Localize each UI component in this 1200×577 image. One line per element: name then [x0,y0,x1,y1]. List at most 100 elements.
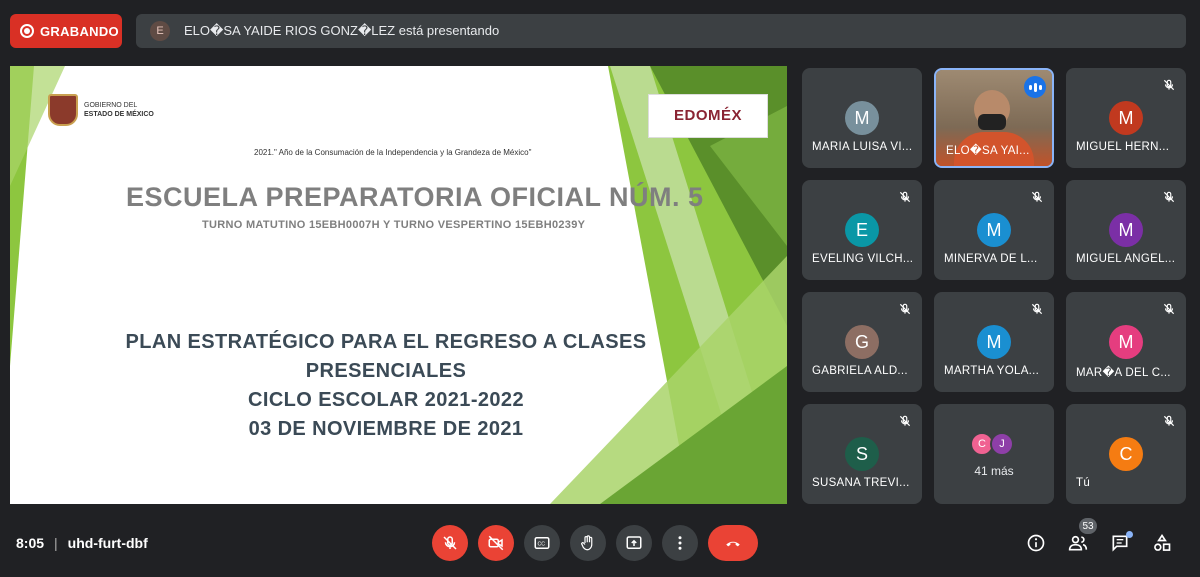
more-count: 41 más [974,464,1014,478]
participant-name: MARIA LUISA VI... [812,141,913,153]
mic-off-icon [1031,303,1043,315]
participant-tile[interactable]: M MINERVA DE L... [934,180,1054,280]
participant-avatar: M [845,101,879,135]
recording-indicator[interactable]: GRABANDO [10,14,122,48]
meeting-code: uhd-furt-dbf [67,535,148,551]
more-participants-tile[interactable]: C J 41 más [934,404,1054,504]
muted-indicator [1158,74,1180,96]
activities-icon [1154,533,1171,551]
muted-indicator [1026,298,1048,320]
mic-toggle-button[interactable] [432,525,468,561]
participant-avatar: M [977,325,1011,359]
participant-name: Tú [1076,477,1091,489]
participant-tile[interactable]: G GABRIELA ALD... [802,292,922,392]
participant-name: SUSANA TREVI... [812,477,910,489]
svg-text:CC: CC [538,541,546,547]
muted-indicator [1158,298,1180,320]
participant-tile[interactable]: E EVELING VILCH... [802,180,922,280]
recording-label: GRABANDO [40,23,119,39]
participant-name: GABRIELA ALD... [812,365,908,377]
chat-notification-dot [1126,531,1133,538]
mic-off-icon [1163,415,1175,427]
participant-avatar: M [1109,213,1143,247]
camera-toggle-button[interactable] [478,525,514,561]
bottom-bar: 8:05 | uhd-furt-dbf CC 53 [0,515,1200,577]
plan-line1: PLAN ESTRATÉGICO PARA EL REGRESO A CLASE… [125,331,647,382]
leave-call-button[interactable] [708,525,758,561]
slide-shifts: TURNO MATUTINO 15EBH0007H Y TURNO VESPER… [202,219,586,231]
plan-line2: CICLO ESCOLAR 2021-2022 [248,389,524,411]
captions-button[interactable]: CC [524,525,560,561]
presentation-slide: GOBIERNO DEL ESTADO DE MÉXICO EDOMÉX 202… [10,66,787,504]
record-icon [20,24,34,38]
participant-tile[interactable]: S SUSANA TREVI... [802,404,922,504]
people-icon [1068,535,1088,551]
hangup-icon [726,541,740,547]
captions-icon: CC [534,537,550,549]
more-vert-icon [678,536,682,550]
presenter-avatar: E [150,21,170,41]
muted-indicator [1158,186,1180,208]
edomex-logo: EDOMÉX [648,94,768,138]
participant-name: MINERVA DE L... [944,253,1038,265]
participant-tile[interactable]: M MARTHA YOLA... [934,292,1054,392]
participant-tile[interactable]: C Tú [1066,404,1186,504]
mic-off-icon [1163,191,1175,203]
edomex-logo-text: EDOMÉX [673,106,742,124]
participant-avatar: C [1109,437,1143,471]
participant-name: ELO�SA YAI... [946,145,1030,157]
mic-off-icon [1031,191,1043,203]
muted-indicator [1026,186,1048,208]
participant-avatar: G [845,325,879,359]
presenting-banner: E ELO�SA YAIDE RIOS GONZ�LEZ está presen… [136,14,1186,48]
coat-of-arms-icon [48,94,78,126]
activities-button[interactable] [1148,529,1176,557]
clock: 8:05 [16,535,45,551]
participant-tile-presenter[interactable]: ELO�SA YAI... [934,68,1054,168]
mic-off-icon [1163,303,1175,315]
info-icon [1027,534,1045,552]
top-bar: GRABANDO E ELO�SA YAIDE RIOS GONZ�LEZ es… [0,0,1200,62]
mic-off-icon [899,303,911,315]
muted-indicator [894,410,916,432]
plan-line3: 03 DE NOVIEMBRE DE 2021 [248,418,524,440]
mic-off-icon [899,415,911,427]
speaking-indicator-icon [1024,76,1046,98]
raise-hand-icon [581,535,593,551]
presenting-text: ELO�SA YAIDE RIOS GONZ�LEZ está presenta… [184,23,500,38]
participant-name: EVELING VILCH... [812,253,914,265]
slide-school-title: ESCUELA PREPARATORIA OFICIAL NÚM. 5 [126,182,704,212]
participant-tile[interactable]: M MAR�A DEL C... [1066,292,1186,392]
separator: | [54,535,58,551]
gov-line1: GOBIERNO DEL [84,102,138,109]
participant-avatar: S [845,437,879,471]
camera-off-icon [488,535,504,551]
meeting-info: 8:05 | uhd-furt-dbf [16,535,148,551]
participant-name: MIGUEL HERN... [1076,141,1170,153]
meeting-details-button[interactable] [1022,529,1050,557]
raise-hand-button[interactable] [570,525,606,561]
participant-tile[interactable]: M MIGUEL HERN... [1066,68,1186,168]
participant-avatar: E [845,213,879,247]
slide-plan-title: PLAN ESTRATÉGICO PARA EL REGRESO A CLASE… [50,328,722,444]
participant-avatar: M [1109,101,1143,135]
muted-indicator [894,186,916,208]
participant-avatar: M [977,213,1011,247]
participant-tile[interactable]: M MARIA LUISA VI... [802,68,922,168]
mic-off-icon [1163,79,1175,91]
mic-off-icon [443,536,457,550]
gobierno-logo: GOBIERNO DEL ESTADO DE MÉXICO [48,94,154,126]
muted-indicator [1158,410,1180,432]
more-options-button[interactable] [662,525,698,561]
mic-off-icon [899,191,911,203]
muted-indicator [894,298,916,320]
slide-motto: 2021." Año de la Consumación de la Indep… [254,148,532,157]
participant-name: MAR�A DEL C... [1076,367,1171,379]
participant-tile[interactable]: M MIGUEL ANGEL... [1066,180,1186,280]
gov-line2: ESTADO DE MÉXICO [84,111,154,118]
participant-name: MARTHA YOLA... [944,365,1040,377]
people-count-badge: 53 [1079,518,1097,534]
present-button[interactable] [616,525,652,561]
more-avatar-2: J [990,432,1014,456]
participant-avatar: M [1109,325,1143,359]
